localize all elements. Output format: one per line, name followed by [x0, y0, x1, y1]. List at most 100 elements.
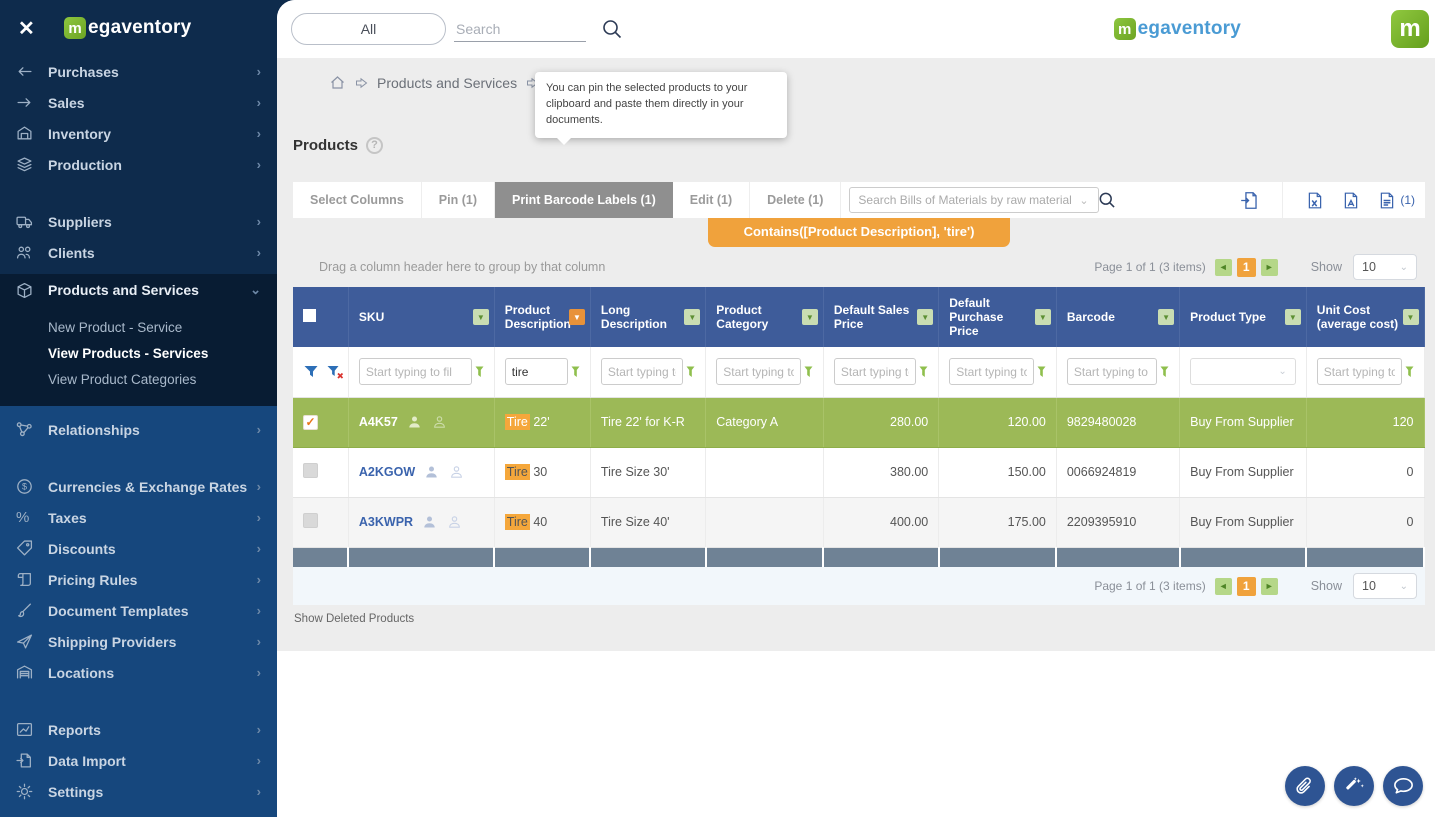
- table-row[interactable]: A2KGOW Tire 30 Tire Size 30' 380.00 150.…: [293, 447, 1424, 497]
- column-menu-icon[interactable]: ▼: [684, 309, 700, 325]
- search-scope-dropdown[interactable]: All: [291, 13, 446, 45]
- sidebar-item-reports[interactable]: Reports›: [0, 714, 277, 745]
- row-checkbox[interactable]: [303, 513, 318, 528]
- chat-button[interactable]: [1383, 766, 1423, 806]
- svg-text:$: $: [22, 482, 27, 492]
- help-icon[interactable]: ?: [366, 137, 383, 154]
- table-row[interactable]: ✓ A4K57 Tire 22' Tire 22' for K-R Catego…: [293, 397, 1424, 447]
- column-menu-icon[interactable]: ▼: [1035, 309, 1051, 325]
- apply-filter-icon[interactable]: [303, 364, 320, 380]
- filter-barcode-input[interactable]: [1067, 358, 1157, 385]
- print-barcode-labels-button[interactable]: Print Barcode Labels (1): [495, 182, 673, 218]
- header-product-type[interactable]: Product Type▼: [1180, 287, 1307, 347]
- pagination-next-button[interactable]: ►: [1261, 259, 1278, 276]
- pagination-current-page[interactable]: 1: [1237, 577, 1256, 596]
- search-icon[interactable]: [600, 17, 624, 41]
- column-menu-icon[interactable]: ▼: [1158, 309, 1174, 325]
- sku-link[interactable]: A2KGOW: [359, 465, 415, 479]
- sidebar-item-purchases[interactable]: Purchases›: [0, 56, 277, 87]
- chevron-down-icon[interactable]: ⌄: [1079, 194, 1088, 207]
- pin-button[interactable]: Pin (1): [422, 182, 495, 218]
- header-unit-cost[interactable]: Unit Cost (average cost)▼: [1306, 287, 1424, 347]
- edit-button[interactable]: Edit (1): [673, 182, 750, 218]
- column-menu-filtered-icon[interactable]: ▼: [569, 309, 585, 325]
- filter-default-sales-price-input[interactable]: [834, 358, 916, 385]
- sidebar-item-production[interactable]: Production›: [0, 149, 277, 180]
- select-columns-button[interactable]: Select Columns: [293, 182, 422, 218]
- column-menu-icon[interactable]: ▼: [1403, 309, 1419, 325]
- sidebar-subitem-view-product-categories[interactable]: View Product Categories: [0, 366, 277, 392]
- filter-sku-input[interactable]: [359, 358, 472, 385]
- sidebar-item-shipping-providers[interactable]: Shipping Providers›: [0, 626, 277, 657]
- sidebar-item-locations[interactable]: Locations›: [0, 657, 277, 688]
- sidebar-subitem-view-products-services[interactable]: View Products - Services: [0, 340, 277, 366]
- bom-search-icon[interactable]: [1097, 190, 1117, 210]
- column-menu-icon[interactable]: ▼: [917, 309, 933, 325]
- sidebar-item-taxes[interactable]: % Taxes›: [0, 502, 277, 533]
- active-filter-chip[interactable]: Contains([Product Description], 'tire'): [708, 218, 1011, 247]
- page-size-select[interactable]: 10⌄: [1353, 254, 1417, 280]
- header-barcode[interactable]: Barcode▼: [1056, 287, 1179, 347]
- column-menu-icon[interactable]: ▼: [1285, 309, 1301, 325]
- clear-filter-icon[interactable]: [326, 364, 345, 380]
- sidebar-item-products-and-services[interactable]: Products and Services⌄: [0, 274, 277, 306]
- header-long-description[interactable]: Long Description▼: [590, 287, 705, 347]
- pagination-current-page[interactable]: 1: [1237, 258, 1256, 277]
- global-search-input[interactable]: [454, 17, 586, 42]
- show-deleted-products-link[interactable]: Show Deleted Products: [293, 605, 1425, 651]
- sidebar-item-sales[interactable]: Sales›: [0, 87, 277, 118]
- sidebar-item-document-templates[interactable]: Document Templates›: [0, 595, 277, 626]
- sku-link[interactable]: A3KWPR: [359, 515, 413, 529]
- sidebar-item-discounts[interactable]: Discounts›: [0, 533, 277, 564]
- export-doc-icon[interactable]: [1369, 191, 1398, 210]
- column-menu-icon[interactable]: ▼: [473, 309, 489, 325]
- sidebar-item-pricing-rules[interactable]: Pricing Rules›: [0, 564, 277, 595]
- header-default-purchase-price[interactable]: Default Purchase Price▼: [939, 287, 1057, 347]
- header-default-sales-price[interactable]: Default Sales Price▼: [823, 287, 938, 347]
- row-checkbox[interactable]: [303, 463, 318, 478]
- filter-unit-cost-input[interactable]: [1317, 358, 1402, 385]
- sidebar-item-suppliers[interactable]: Suppliers›: [0, 206, 277, 237]
- export-excel-icon[interactable]: [1297, 191, 1333, 210]
- sidebar-item-clients[interactable]: Clients›: [0, 237, 277, 268]
- scroll-icon: [16, 571, 48, 588]
- bom-search-input[interactable]: [849, 187, 1099, 213]
- attachment-button[interactable]: [1285, 766, 1325, 806]
- filter-long-description-input[interactable]: [601, 358, 683, 385]
- delete-button[interactable]: Delete (1): [750, 182, 841, 218]
- unit-cost-cell: 0: [1306, 447, 1424, 497]
- table-row[interactable]: A3KWPR Tire 40 Tire Size 40' 400.00 175.…: [293, 497, 1424, 547]
- row-checkbox-checked[interactable]: ✓: [303, 415, 318, 430]
- filter-default-purchase-price-input[interactable]: [949, 358, 1034, 385]
- close-icon[interactable]: ✕: [18, 16, 52, 41]
- pagination-prev-button[interactable]: ◄: [1215, 578, 1232, 595]
- import-products-icon[interactable]: [1231, 191, 1268, 210]
- select-all-checkbox[interactable]: [303, 309, 316, 322]
- sidebar-item-data-import[interactable]: Data Import›: [0, 745, 277, 776]
- breadcrumb-level1[interactable]: Products and Services: [377, 75, 517, 91]
- pagination-prev-button[interactable]: ◄: [1215, 259, 1232, 276]
- pagination-next-button[interactable]: ►: [1261, 578, 1278, 595]
- filter-sku-cell: [348, 347, 494, 397]
- sidebar-item-relationships[interactable]: Relationships›: [0, 414, 277, 445]
- magic-wand-button[interactable]: [1334, 766, 1374, 806]
- chevron-down-icon: ⌄: [250, 282, 261, 298]
- filter-product-category-input[interactable]: [716, 358, 801, 385]
- filter-product-description-input[interactable]: [505, 358, 568, 385]
- sidebar-item-settings[interactable]: Settings›: [0, 776, 277, 807]
- header-sku[interactable]: SKU▼: [348, 287, 494, 347]
- sidebar-item-inventory[interactable]: Inventory›: [0, 118, 277, 149]
- home-icon[interactable]: [329, 75, 346, 91]
- sidebar-subitem-new-product-service[interactable]: New Product - Service: [0, 314, 277, 340]
- group-hint: Drag a column header here to group by th…: [319, 260, 605, 274]
- filter-product-type-select[interactable]: ⌄: [1190, 358, 1296, 385]
- sidebar-logo[interactable]: m egaventory: [64, 17, 191, 39]
- header-product-description[interactable]: Product Description▼: [494, 287, 590, 347]
- page-size-select[interactable]: 10⌄: [1353, 573, 1417, 599]
- export-pdf-icon[interactable]: [1333, 191, 1369, 210]
- header-product-category[interactable]: Product Category▼: [706, 287, 824, 347]
- column-menu-icon[interactable]: ▼: [802, 309, 818, 325]
- sidebar-item-currencies[interactable]: $ Currencies & Exchange Rates›: [0, 471, 277, 502]
- sku-link[interactable]: A4K57: [359, 415, 398, 429]
- account-cube-icon[interactable]: m: [1391, 10, 1429, 48]
